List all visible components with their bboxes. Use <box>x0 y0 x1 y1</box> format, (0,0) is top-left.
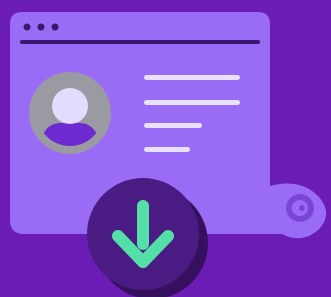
illustration-canvas <box>0 0 331 297</box>
three-dots-icon <box>23 23 59 31</box>
download-button[interactable] <box>87 178 199 290</box>
title-bar-divider <box>20 40 260 44</box>
download-illustration <box>0 0 331 297</box>
